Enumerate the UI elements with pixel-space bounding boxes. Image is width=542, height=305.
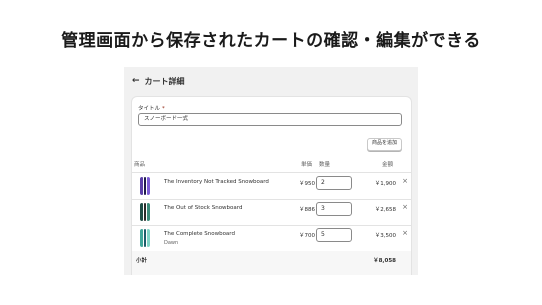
page-title: カート詳細: [144, 76, 185, 86]
product-thumbnail-image: [140, 229, 150, 247]
product-thumbnail-image: [140, 203, 150, 221]
quantity-input[interactable]: 2: [316, 176, 352, 190]
table-row: The Inventory Not Tracked Snowboard ￥950…: [132, 173, 411, 199]
product-thumbnail-image: [140, 177, 150, 195]
thumb-stripe: [140, 229, 143, 247]
thumb-stripe: [147, 177, 150, 195]
thumb-stripe: [140, 203, 143, 221]
thumb-stripe: [140, 177, 143, 195]
remove-icon[interactable]: ×: [402, 229, 408, 237]
title-label-text: タイトル: [138, 106, 161, 112]
back-arrow-icon[interactable]: ←: [132, 76, 140, 86]
cart-card: タイトル * スノーボード一式 商品を追加 商品 単価 数量 金額 The Inv…: [132, 97, 411, 275]
subtotal-label: 小計: [136, 258, 148, 264]
header-unit-price: 単価: [301, 162, 313, 168]
thumb-stripe: [143, 177, 147, 195]
thumb-stripe: [147, 229, 150, 247]
remove-icon[interactable]: ×: [402, 203, 408, 211]
title-field-label: タイトル *: [138, 104, 165, 112]
top-bar: ← カート詳細: [132, 74, 185, 88]
headline: 管理画面から保存されたカートの確認・編集ができる: [61, 31, 481, 51]
subtotal-value: ￥8,058: [373, 258, 396, 264]
table-header: 商品 単価 数量 金額: [132, 157, 411, 169]
quantity-input[interactable]: 5: [316, 228, 352, 242]
title-input[interactable]: スノーボード一式: [138, 113, 402, 126]
required-mark: *: [162, 106, 165, 112]
product-name: The Complete Snowboard: [164, 231, 235, 237]
product-name: The Inventory Not Tracked Snowboard: [164, 179, 269, 185]
thumb-stripe: [143, 203, 147, 221]
add-product-button[interactable]: 商品を追加: [366, 138, 402, 151]
unit-price: ￥886: [299, 207, 315, 213]
line-amount: ￥2,658: [374, 207, 396, 213]
header-amount: 金額: [382, 162, 394, 168]
cart-detail-screen: ← カート詳細 タイトル * スノーボード一式 商品を追加 商品 単価 数量 金額…: [124, 67, 418, 275]
table-row: The Out of Stock Snowboard ￥886 3 ￥2,658…: [132, 199, 411, 225]
header-product: 商品: [134, 162, 146, 168]
unit-price: ￥950: [299, 181, 315, 187]
remove-icon[interactable]: ×: [402, 177, 408, 185]
unit-price: ￥700: [299, 233, 315, 239]
line-amount: ￥3,500: [374, 233, 396, 239]
product-variant: Dawn: [164, 240, 179, 246]
line-amount: ￥1,900: [374, 181, 396, 187]
table-row: The Complete Snowboard Dawn ￥700 5 ￥3,50…: [132, 225, 411, 251]
subtotal-row: 小計 ￥8,058: [132, 251, 411, 275]
header-quantity: 数量: [319, 162, 331, 168]
thumb-stripe: [143, 229, 147, 247]
product-name: The Out of Stock Snowboard: [164, 205, 243, 211]
thumb-stripe: [147, 203, 150, 221]
quantity-input[interactable]: 3: [316, 202, 352, 216]
